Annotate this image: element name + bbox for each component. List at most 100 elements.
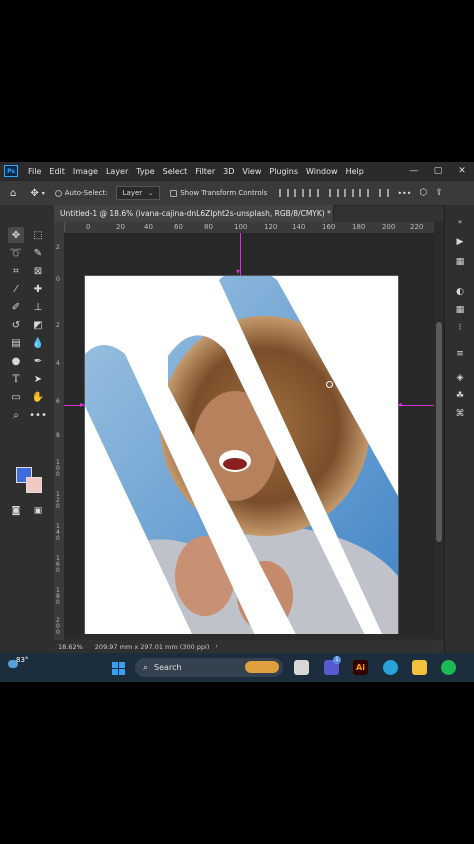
home-icon[interactable]: ⌂ — [10, 188, 16, 199]
menu-view[interactable]: View — [238, 167, 265, 176]
ruler-tick-label: 140 — [292, 223, 306, 231]
align-center-icon[interactable] — [294, 189, 305, 197]
edge-icon[interactable] — [383, 660, 398, 675]
align-right-icon[interactable] — [309, 189, 320, 197]
pen-tool-icon[interactable]: ✒ — [30, 353, 46, 369]
properties-icon[interactable]: ≡ — [452, 347, 468, 361]
chevron-down-icon: ⌄ — [148, 189, 154, 197]
teams-icon[interactable]: 1 — [324, 656, 341, 675]
menu-type[interactable]: Type — [132, 167, 158, 176]
chevron-right-icon[interactable]: › — [215, 643, 217, 650]
menu-plugins[interactable]: Plugins — [265, 167, 302, 176]
menu-select[interactable]: Select — [159, 167, 192, 176]
rectangle-tool-icon[interactable]: ▭ — [8, 389, 24, 405]
object-selection-tool-icon[interactable]: ✎ — [30, 245, 46, 261]
hand-tool-icon[interactable]: ✋ — [30, 389, 46, 405]
history-brush-tool-icon[interactable]: ↺ — [8, 317, 24, 333]
more-options-icon[interactable]: ••• — [397, 189, 411, 198]
auto-select-option[interactable]: Auto-Select: — [54, 189, 108, 197]
canvas-area[interactable]: ▾ ▸ ◂ — [64, 233, 434, 640]
folder-icon[interactable] — [412, 660, 427, 675]
show-transform-checkbox[interactable] — [170, 189, 178, 197]
right-panel-dock: « ▶ ▦ ◐ ▦ ⁝ ≡ ◈ ☘ ⌘ — [444, 205, 474, 677]
play-icon[interactable]: ▶ — [452, 235, 468, 249]
auto-select-checkbox[interactable] — [54, 189, 62, 197]
history-icon[interactable]: ▦ — [452, 255, 468, 269]
ruler-tick-label: 160 — [322, 223, 336, 231]
zoom-level[interactable]: 18.62% — [58, 643, 83, 651]
adjustments-icon[interactable]: ⁝ — [452, 321, 468, 335]
share-icon[interactable]: ⇪ — [435, 188, 443, 198]
start-icon[interactable] — [112, 661, 126, 675]
menu-3d[interactable]: 3D — [219, 167, 238, 176]
show-transform-option[interactable]: Show Transform Controls — [170, 189, 267, 197]
document-tab[interactable]: Untitled-1 @ 18.6% (ivana-cajina-dnL6ZIp… — [54, 205, 334, 222]
guide-arrow-left-icon: ◂ — [398, 400, 403, 409]
document-canvas[interactable] — [85, 276, 398, 640]
background-color-swatch[interactable] — [26, 477, 42, 493]
taskbar-search-box[interactable]: ⌕ Search — [135, 658, 283, 677]
vertical-scrollbar-thumb[interactable] — [436, 322, 442, 542]
ruler-tick-label: 120 — [264, 223, 278, 231]
dropdown-arrow-icon[interactable]: ▾ — [42, 190, 45, 197]
restore-button[interactable]: ▢ — [426, 162, 450, 180]
menu-file[interactable]: File — [24, 167, 45, 176]
more-tools-icon[interactable]: ••• — [29, 407, 47, 423]
color-panel-icon[interactable]: ◐ — [452, 285, 468, 299]
tools-panel: ✥ ⬚ ➰ ✎ ⌗ ⊠ ⁄ ✚ ✐ ⊥ ↺ ◩ ▤ 💧 ● ✒ T ➤ ▭ ✋ … — [0, 205, 55, 677]
eraser-tool-icon[interactable]: ◩ — [30, 317, 46, 333]
guide-vertical[interactable] — [240, 233, 241, 276]
path-selection-tool-icon[interactable]: ➤ — [30, 371, 46, 387]
eyedropper-tool-icon[interactable]: ⁄ — [8, 281, 24, 297]
task-view-icon[interactable] — [294, 660, 309, 675]
document-info: 209.97 mm x 297.01 mm (300 ppi) — [94, 642, 210, 651]
type-tool-icon[interactable]: T — [8, 371, 24, 387]
quick-mask-icon[interactable]: ◙ — [8, 503, 24, 519]
align-middle-icon[interactable] — [344, 189, 355, 197]
brush-tool-icon[interactable]: ✐ — [8, 299, 24, 315]
blur-tool-icon[interactable]: 💧 — [30, 335, 46, 351]
zoom-tool-icon[interactable]: ⌕ — [8, 407, 24, 423]
spotify-icon[interactable] — [441, 660, 456, 675]
healing-brush-tool-icon[interactable]: ✚ — [30, 281, 46, 297]
menu-window[interactable]: Window — [302, 167, 342, 176]
close-button[interactable]: ✕ — [450, 162, 474, 180]
illustrator-icon[interactable]: Ai — [353, 660, 368, 675]
ruler-tick-label: 100 — [234, 223, 248, 231]
marquee-tool-icon[interactable]: ⬚ — [30, 227, 46, 243]
crop-tool-icon[interactable]: ⌗ — [8, 263, 24, 279]
menu-help[interactable]: Help — [342, 167, 368, 176]
minimize-button[interactable]: — — [402, 162, 426, 180]
menu-filter[interactable]: Filter — [191, 167, 219, 176]
lasso-tool-icon[interactable]: ➰ — [8, 245, 24, 261]
dodge-tool-icon[interactable]: ● — [8, 353, 24, 369]
search-icon: ⌕ — [143, 662, 149, 673]
auto-select-target-dropdown[interactable]: Layer ⌄ — [115, 186, 161, 200]
gradient-tool-icon[interactable]: ▤ — [8, 335, 24, 351]
align-top-icon[interactable] — [329, 189, 340, 197]
distribute-icon[interactable] — [379, 189, 390, 197]
3d-mode-icon[interactable]: ⬡ — [419, 188, 427, 198]
ruler-tick-label: 4 — [56, 360, 60, 367]
frame-tool-icon[interactable]: ⊠ — [30, 263, 46, 279]
channels-icon[interactable]: ☘ — [452, 389, 468, 403]
menu-layer[interactable]: Layer — [102, 167, 132, 176]
guide-right[interactable] — [398, 405, 434, 406]
ruler-tick-label: 1 6 0 — [56, 555, 60, 574]
screen-mode-icon[interactable]: ▣ — [30, 503, 46, 519]
layers-icon[interactable]: ◈ — [452, 371, 468, 385]
collapse-panels-icon[interactable]: « — [452, 215, 468, 229]
weather-widget[interactable]: 83° — [6, 656, 30, 680]
align-left-icon[interactable] — [279, 189, 290, 197]
artwork-image — [85, 276, 398, 640]
search-highlight-icon — [245, 661, 279, 673]
swatches-icon[interactable]: ▦ — [452, 303, 468, 317]
stamp-tool-icon[interactable]: ⊥ — [30, 299, 46, 315]
vertical-scrollbar[interactable] — [434, 222, 444, 640]
paths-icon[interactable]: ⌘ — [452, 407, 468, 421]
move-tool-icon[interactable]: ✥ — [8, 227, 24, 243]
menu-edit[interactable]: Edit — [45, 167, 69, 176]
menu-image[interactable]: Image — [69, 167, 102, 176]
align-bottom-icon[interactable] — [359, 189, 370, 197]
move-tool-preset-icon[interactable]: ✥ — [30, 188, 38, 199]
